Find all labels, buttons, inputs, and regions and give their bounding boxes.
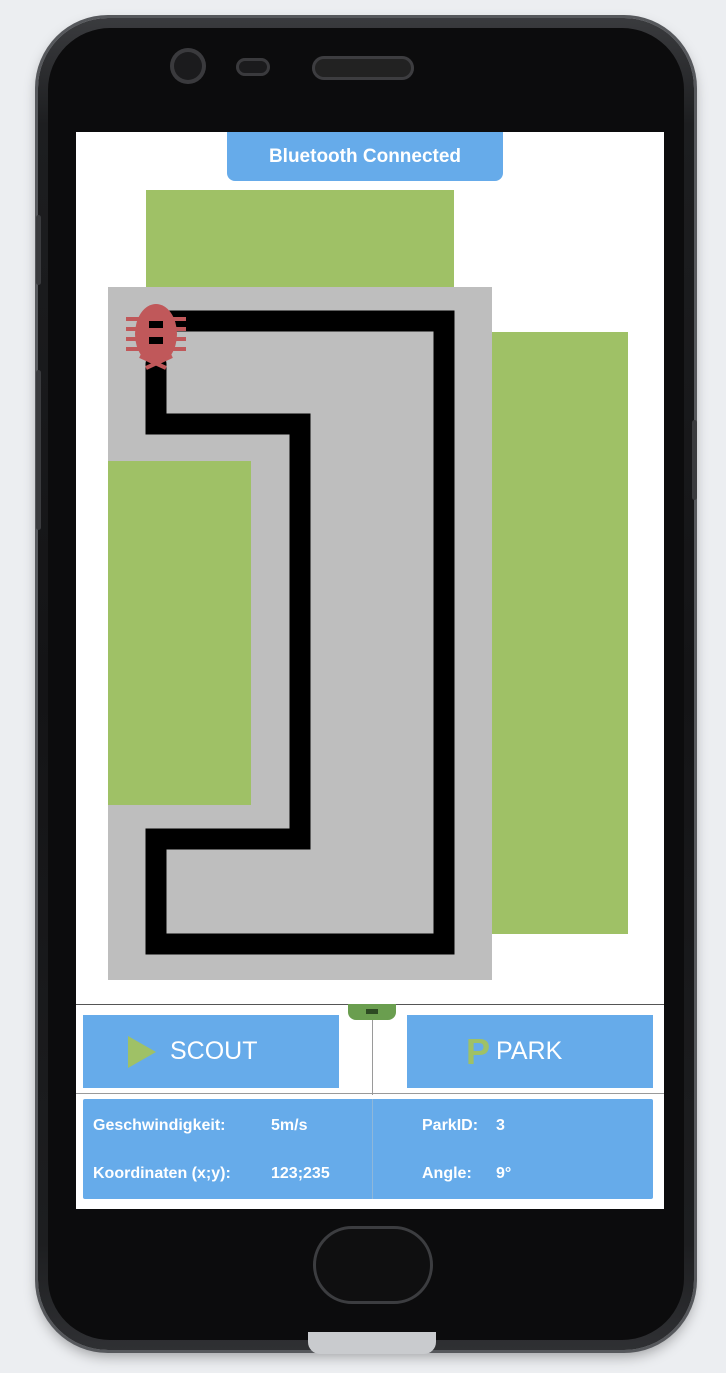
telemetry-panel: Geschwindigkeit: 5m/s Koordinaten (x;y):… <box>83 1099 653 1199</box>
park-button-label: PARK <box>496 1037 563 1065</box>
route-map <box>126 304 455 955</box>
app-screen: Bluetooth Connected SCOUT P PARK Geschwi… <box>76 132 664 1209</box>
park-id-label: ParkID: <box>422 1117 479 1134</box>
button-divider <box>372 1020 373 1095</box>
park-button[interactable]: P PARK <box>407 1015 653 1088</box>
speed-value: 5m/s <box>271 1117 308 1134</box>
front-camera <box>170 48 206 84</box>
phone-bottom-edge <box>308 1332 436 1354</box>
telemetry-divider <box>372 1099 373 1199</box>
grip-icon <box>366 1009 378 1014</box>
speed-label: Geschwindigkeit: <box>93 1117 226 1134</box>
park-id-value: 3 <box>496 1117 505 1134</box>
scout-button-label: SCOUT <box>170 1037 258 1065</box>
scout-button[interactable]: SCOUT <box>83 1015 339 1088</box>
earpiece-speaker <box>312 56 414 80</box>
side-button-upper <box>36 215 41 285</box>
angle-value: 9° <box>496 1165 512 1182</box>
parking-p-icon: P <box>466 1030 491 1072</box>
scout-route-path <box>145 310 455 955</box>
home-button[interactable] <box>313 1226 433 1304</box>
coordinates-value: 123;235 <box>271 1165 330 1182</box>
power-button <box>692 420 697 500</box>
angle-label: Angle: <box>422 1165 472 1182</box>
play-triangle-icon <box>128 1035 156 1068</box>
proximity-sensor <box>236 58 270 76</box>
panel-drag-handle[interactable] <box>348 1004 396 1020</box>
panel-divider <box>76 1093 664 1094</box>
side-button-lower <box>36 370 41 530</box>
coordinates-label: Koordinaten (x;y): <box>93 1165 231 1182</box>
